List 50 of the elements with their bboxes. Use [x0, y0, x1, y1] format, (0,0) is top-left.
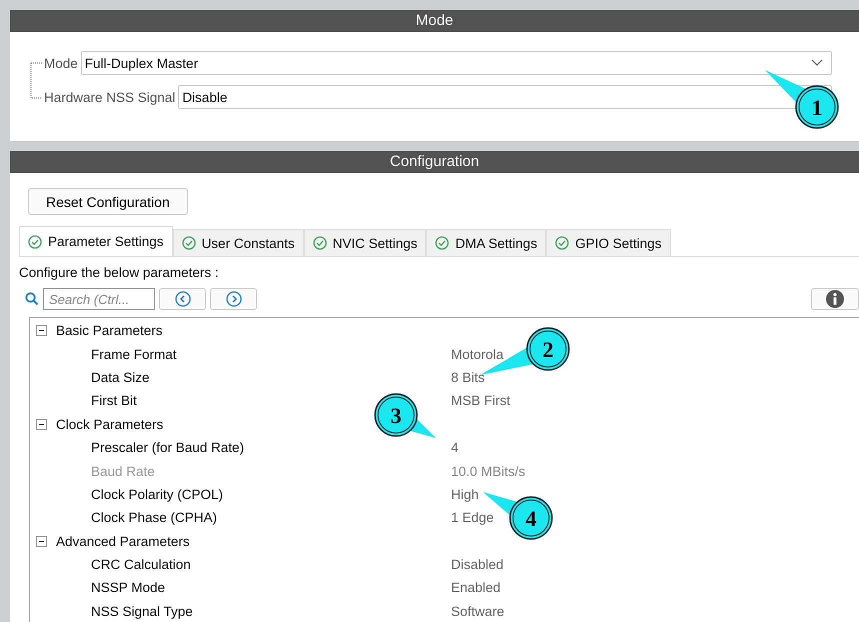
parameter-value: High — [451, 486, 479, 502]
check-circle-icon — [312, 236, 327, 250]
parameter-label[interactable]: NSSP Mode — [30, 580, 451, 596]
settings-tab[interactable]: GPIO Settings — [546, 229, 670, 256]
group-label: Advanced Parameters — [56, 534, 190, 549]
parameter-label[interactable]: Frame Format — [30, 346, 451, 362]
info-button[interactable] — [811, 288, 859, 310]
check-circle-icon — [28, 234, 42, 248]
parameter-label[interactable]: Clock Polarity (CPOL) — [30, 486, 451, 502]
check-circle-icon — [182, 236, 196, 250]
parameter-value: 4 — [451, 440, 459, 456]
section-header: Mode — [10, 10, 859, 32]
collapse-icon[interactable] — [36, 325, 47, 336]
settings-tab[interactable]: NVIC Settings — [304, 229, 426, 256]
field-label: Mode — [44, 56, 78, 70]
group-label: Clock Parameters — [56, 416, 164, 432]
parameter-value: MSB First — [451, 393, 510, 408]
reset-configuration-button[interactable]: Reset Configuration — [28, 188, 188, 215]
collapse-icon[interactable] — [36, 536, 47, 547]
search-field[interactable]: Search (Ctrl... — [43, 288, 155, 310]
chevron-down-icon — [811, 59, 823, 67]
parameter-value: Software — [451, 604, 504, 619]
section-header: Configuration — [10, 151, 859, 173]
check-circle-icon — [555, 236, 570, 250]
parameter-label[interactable]: NSS Signal Type — [30, 604, 451, 619]
search-icon — [25, 292, 39, 306]
previous-button[interactable] — [159, 288, 206, 310]
instruction-text: Configure the below parameters : — [19, 265, 220, 280]
parameter-value: 10.0 MBits/s — [451, 464, 526, 479]
chevron-right-icon — [226, 291, 242, 307]
settings-tab[interactable]: User Constants — [172, 229, 304, 256]
dropdown-field[interactable]: Full-Duplex Master — [80, 51, 832, 75]
parameter-value: Disabled — [451, 557, 504, 572]
parameter-label[interactable]: Data Size — [30, 370, 451, 385]
info-icon — [826, 290, 844, 308]
collapse-icon[interactable] — [36, 418, 47, 430]
parameter-label[interactable]: CRC Calculation — [30, 557, 451, 572]
check-circle-icon — [435, 236, 450, 250]
next-button[interactable] — [210, 288, 257, 310]
settings-tab[interactable]: DMA Settings — [426, 229, 546, 256]
parameter-label[interactable]: Prescaler (for Baud Rate) — [30, 440, 451, 456]
parameter-value: 1 Edge — [451, 510, 494, 526]
field-label: Hardware NSS Signal — [44, 90, 176, 104]
parameter-label[interactable]: Clock Phase (CPHA) — [30, 510, 451, 526]
parameter-value: 8 Bits — [451, 370, 485, 385]
chevron-left-icon — [174, 291, 190, 307]
group-label: Basic Parameters — [56, 323, 163, 338]
settings-tab[interactable]: Parameter Settings — [19, 226, 173, 256]
parameter-value: Enabled — [451, 580, 501, 596]
parameter-value: Motorola — [451, 346, 504, 362]
